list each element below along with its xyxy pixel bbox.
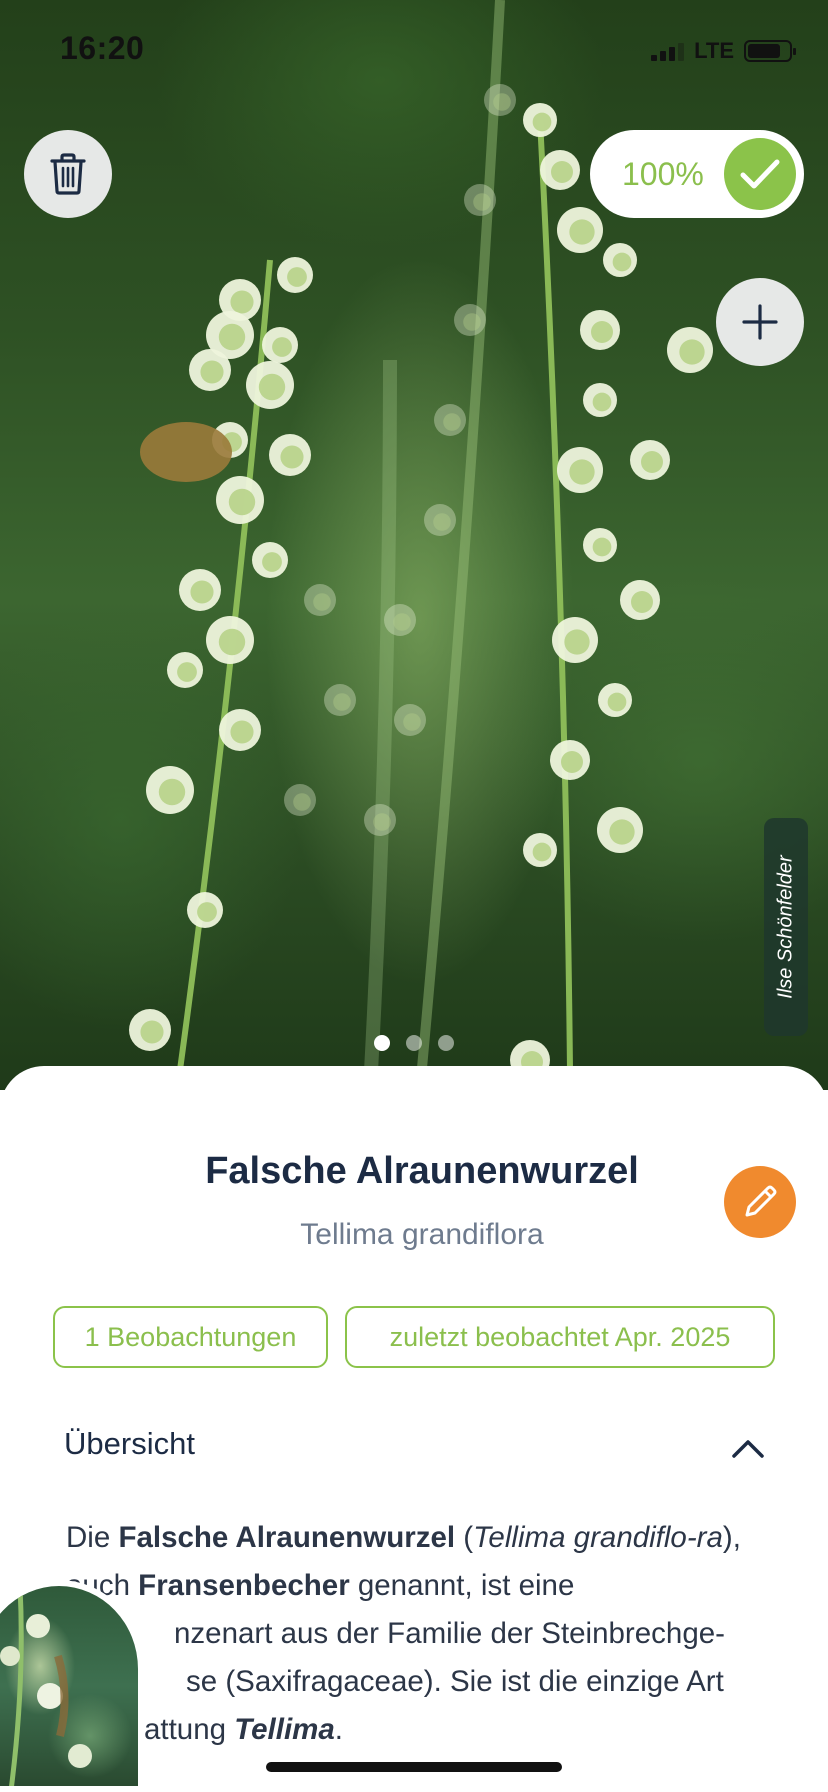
observations-chip[interactable]: 1 Beobachtungen	[53, 1306, 328, 1368]
flower-bloom-center	[592, 392, 612, 412]
species-scientific-name: Tellima grandiflora	[300, 1218, 544, 1251]
flower-bloom-center	[228, 488, 256, 516]
flower-bloom-center	[218, 323, 246, 351]
desc-segment: nzenart aus der Familie der Steinbrechge…	[174, 1617, 725, 1650]
flower-bloom-center	[258, 373, 286, 401]
flower-bloom-center	[473, 193, 491, 211]
desc-segment: Tellima grandiflo-ra	[473, 1521, 723, 1554]
status-indicators: LTE	[651, 38, 796, 64]
flower-bloom-center	[591, 321, 613, 343]
flower-bloom-center	[373, 813, 391, 831]
page-dot[interactable]	[406, 1035, 422, 1051]
flower-bloom-center	[218, 628, 246, 656]
desc-segment: .	[334, 1713, 343, 1746]
flower-bloom-center	[551, 161, 573, 183]
flower-bloom-center	[564, 629, 590, 655]
confidence-value: 100%	[622, 155, 704, 192]
overview-description: Die Falsche Alraunenwurzel (Tellima gran…	[66, 1514, 766, 1754]
flower-bloom-center	[561, 751, 583, 773]
desc-segment: (	[455, 1521, 474, 1554]
flower-bloom-center	[333, 693, 351, 711]
desc-segment: se (Saxifragaceae). Sie ist die einzige …	[186, 1665, 724, 1698]
thumbnail-image	[0, 1586, 92, 1786]
flower-bloom-center	[293, 793, 311, 811]
flower-bloom-center	[287, 267, 307, 287]
page-dot[interactable]	[374, 1035, 390, 1051]
flower-bloom-center	[230, 720, 254, 744]
flower-stem	[415, 0, 505, 1090]
last-observed-chip[interactable]: zuletzt beobachtet Apr. 2025	[345, 1306, 775, 1368]
desc-segment: Fransenbecher	[138, 1569, 350, 1602]
flower-bloom-center	[569, 459, 595, 485]
desc-segment: Falsche Alraunenwurzel	[118, 1521, 456, 1554]
flower-bloom-center	[197, 902, 217, 922]
flower-bloom-center	[230, 290, 254, 314]
flower-bloom-center	[641, 451, 663, 473]
flower-bloom-center	[607, 692, 627, 712]
battery-icon	[744, 40, 796, 62]
desc-segment: genannt, ist eine	[349, 1569, 575, 1602]
flower-bloom-center	[612, 252, 632, 272]
flower-bloom-center	[443, 413, 461, 431]
confirm-button[interactable]	[724, 138, 796, 210]
trash-icon	[50, 153, 86, 195]
plus-icon	[742, 304, 778, 340]
page-dot[interactable]	[438, 1035, 454, 1051]
add-photo-button[interactable]	[716, 278, 804, 366]
flower-bloom-center	[280, 445, 304, 469]
flower-bloom-center	[609, 819, 635, 845]
network-label: LTE	[694, 38, 734, 63]
flower-bloom-center	[433, 513, 451, 531]
pencil-icon	[745, 1185, 777, 1217]
desc-segment: Die	[66, 1521, 119, 1554]
flower-bloom-center	[158, 778, 186, 806]
photo-credit-text: Ilse Schönfelder	[774, 855, 797, 999]
flower-bloom-center	[569, 219, 595, 245]
flower-bloom-center	[200, 360, 224, 384]
home-indicator	[266, 1762, 562, 1772]
status-time: 16:20	[60, 30, 145, 66]
confidence-badge[interactable]: 100%	[590, 130, 804, 218]
flower-bloom-center	[463, 313, 481, 331]
species-common-name: Falsche Alraunenwurzel	[205, 1150, 639, 1192]
photo-credit: Ilse Schönfelder	[764, 818, 808, 1036]
flower-bloom-center	[631, 591, 653, 613]
flower-bloom-center	[403, 713, 421, 731]
observation-thumbnail[interactable]	[0, 1580, 144, 1792]
delete-button[interactable]	[24, 130, 112, 218]
overview-title[interactable]: Übersicht	[64, 1426, 195, 1462]
desc-segment: Tellima	[234, 1713, 335, 1746]
page-indicator[interactable]	[0, 1035, 828, 1051]
withered-cluster	[140, 422, 232, 482]
flower-bloom-center	[313, 593, 331, 611]
flower-bloom-center	[262, 552, 282, 572]
flower-bloom-center	[532, 842, 552, 862]
flower-stem	[363, 359, 397, 1090]
flower-stem	[537, 119, 573, 1071]
flower-bloom-center	[177, 662, 197, 682]
flower-bloom-center	[592, 537, 612, 557]
flower-bloom-center	[190, 580, 214, 604]
flower-bloom-center	[272, 337, 292, 357]
flower-bloom-center	[679, 339, 705, 365]
signal-icon	[651, 41, 685, 61]
flower-bloom-center	[393, 613, 411, 631]
chevron-up-icon[interactable]	[728, 1428, 768, 1468]
flower-bloom-center	[532, 112, 552, 132]
edit-button[interactable]	[724, 1166, 796, 1238]
flower-bloom-center	[493, 93, 511, 111]
check-icon	[740, 159, 780, 189]
